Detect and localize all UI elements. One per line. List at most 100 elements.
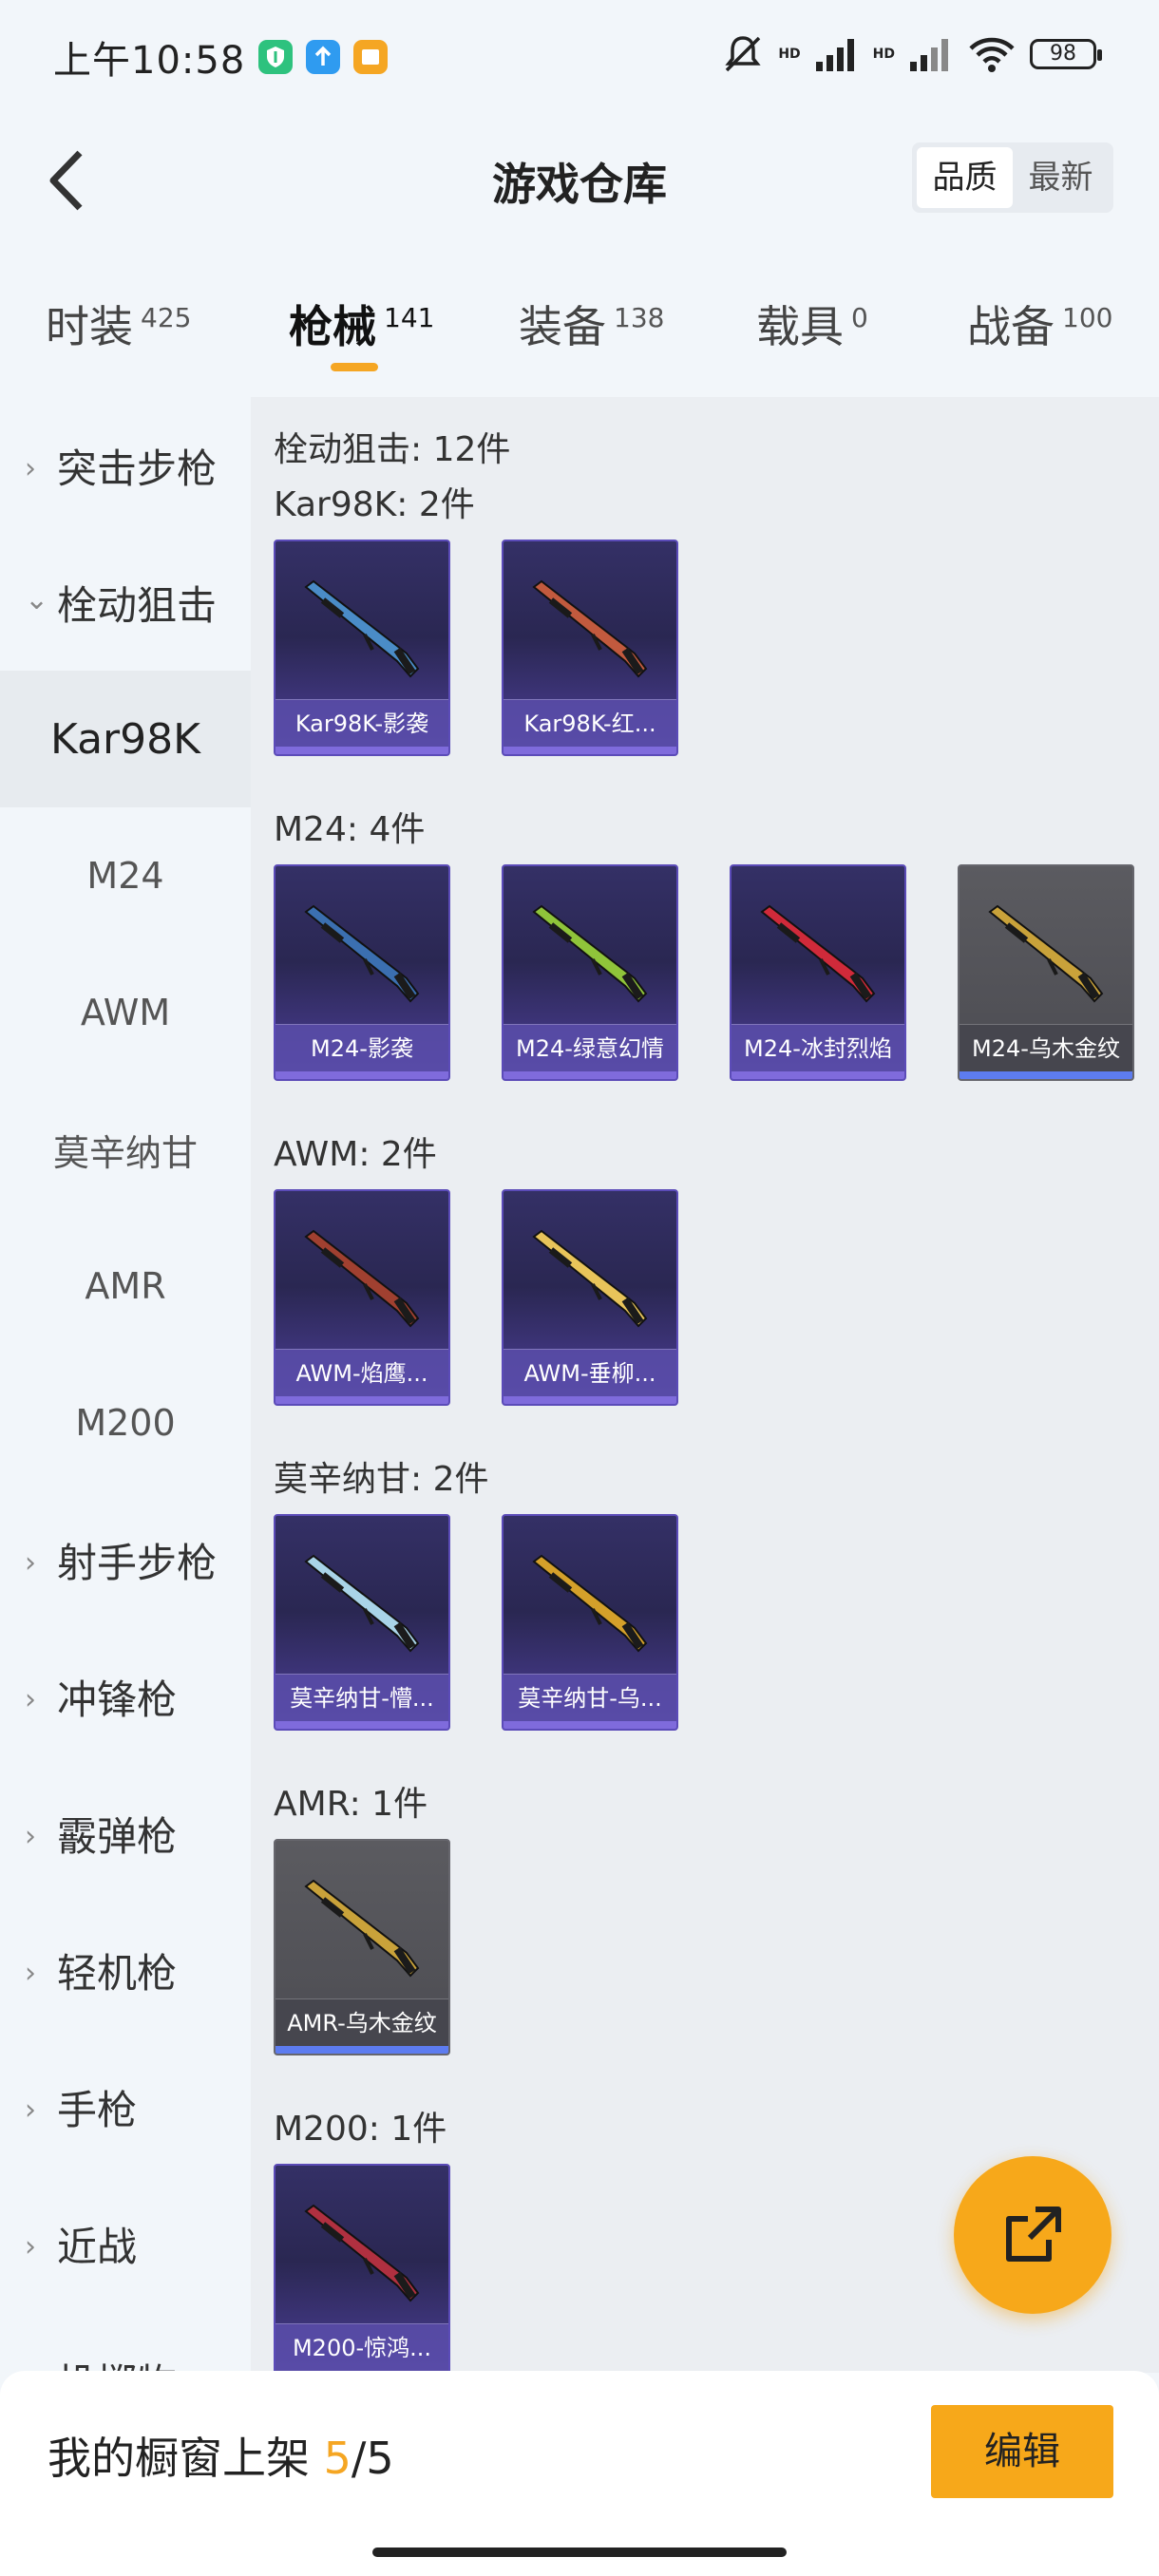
sidebar-item-bolt-sniper[interactable]: ⌄ 栓动狙击: [0, 534, 251, 671]
share-button[interactable]: [954, 2156, 1112, 2314]
weapon-skin-card[interactable]: M24-影袭: [274, 864, 450, 1081]
sidebar-item-melee[interactable]: › 近战: [0, 2175, 251, 2312]
weapon-skin-name: Kar98K-红...: [504, 699, 676, 747]
group-title: AMR: 1件: [274, 1785, 428, 1824]
weapon-skin-name: AWM-焰鹰...: [276, 1349, 448, 1396]
active-tab-indicator: [331, 363, 378, 371]
weapon-category-sidebar: › 突击步枪 ⌄ 栓动狙击 Kar98K M24 AWM 莫辛纳甘 AMR M200…: [0, 397, 251, 2373]
tab-count: 100: [1062, 301, 1113, 333]
weapon-skin-card[interactable]: Kar98K-影袭: [274, 540, 450, 756]
sidebar-item-label: 近战: [57, 2223, 138, 2270]
tab-supplies[interactable]: 战备 100: [967, 293, 1112, 355]
sort-toggle[interactable]: 品质 最新: [912, 142, 1113, 213]
category-tabs: 时装 425 枪械 141 装备 138 载具 0 战备 100: [0, 275, 1159, 389]
mute-icon: [725, 36, 761, 72]
chevron-right-icon: ›: [25, 2093, 36, 2127]
rarity-bar: [504, 747, 676, 754]
bottom-bar: 我的橱窗上架 5/5 编辑: [0, 2371, 1159, 2576]
sidebar-item-assault-rifle[interactable]: › 突击步枪: [0, 397, 251, 534]
status-bar: 上午10:58 HD HD 98: [0, 0, 1159, 114]
sidebar-item-shotgun[interactable]: › 霰弹枪: [0, 1765, 251, 1902]
notes-app-icon: [353, 40, 389, 74]
weapon-skin-card[interactable]: 莫辛纳甘-乌...: [502, 1514, 678, 1731]
rifle-icon: [304, 1229, 420, 1328]
sidebar-subitem-mosin[interactable]: 莫辛纳甘: [0, 1081, 251, 1218]
weapon-skin-card[interactable]: AMR-乌木金纹: [274, 1839, 450, 2055]
sort-option-quality[interactable]: 品质: [917, 147, 1013, 208]
rifle-icon: [532, 1229, 648, 1328]
home-indicator[interactable]: [372, 2548, 787, 2557]
sidebar-item-lmg[interactable]: › 轻机枪: [0, 1902, 251, 2038]
sidebar-item-label: 投掷物: [57, 2352, 177, 2374]
sidebar-item-marksman-rifle[interactable]: › 射手步枪: [0, 1491, 251, 1628]
rifle-icon: [988, 904, 1104, 1003]
tab-count: 141: [384, 301, 435, 333]
status-indicators: HD HD 98: [721, 32, 1102, 76]
battery-indicator: 98: [1030, 39, 1102, 69]
weapon-skin-name: M200-惊鸿...: [276, 2323, 448, 2371]
rarity-bar: [276, 1071, 448, 1079]
sidebar-item-pistol[interactable]: › 手枪: [0, 2038, 251, 2175]
rarity-bar: [732, 1071, 904, 1079]
sidebar-item-label: 轻机枪: [57, 1949, 178, 1997]
showcase-total: /5: [351, 2433, 394, 2484]
weapon-skin-name: 莫辛纳甘-懵...: [276, 1674, 448, 1721]
weapon-skin-card[interactable]: M24-绿意幻情: [502, 864, 678, 1081]
sidebar-item-label: 手枪: [57, 2086, 138, 2133]
rifle-icon: [304, 2204, 420, 2302]
tab-count: 425: [141, 301, 192, 333]
tab-count: 0: [851, 301, 868, 333]
weapon-skin-card[interactable]: M200-惊鸿...: [274, 2164, 450, 2373]
rarity-bar: [276, 2046, 448, 2054]
chevron-right-icon: ›: [25, 1957, 36, 1990]
sidebar-subitem-kar98k[interactable]: Kar98K: [0, 671, 251, 807]
sidebar-item-label: 霰弹枪: [57, 1812, 178, 1860]
tab-label: 枪械: [289, 301, 376, 352]
sidebar-subitem-m24[interactable]: M24: [0, 807, 251, 944]
weapon-skin-name: Kar98K-影袭: [276, 699, 448, 747]
rifle-icon: [304, 1554, 420, 1653]
chevron-right-icon: ›: [25, 452, 36, 485]
edit-button[interactable]: 编辑: [931, 2405, 1113, 2498]
rarity-bar: [504, 1721, 676, 1729]
tab-equipment[interactable]: 装备 138: [519, 293, 664, 355]
rarity-bar: [504, 1396, 676, 1404]
weapon-skin-card[interactable]: 莫辛纳甘-懵...: [274, 1514, 450, 1731]
weapon-skin-name: M24-冰封烈焰: [732, 1024, 904, 1071]
hd-label-1: HD: [778, 47, 801, 62]
sidebar-subitem-amr[interactable]: AMR: [0, 1218, 251, 1354]
sidebar-item-throwable[interactable]: ›投掷物: [0, 2312, 251, 2374]
signal-icon-2: [910, 39, 948, 71]
rarity-bar: [276, 1721, 448, 1729]
tab-fashion[interactable]: 时装 425: [46, 293, 191, 355]
chevron-right-icon: ›: [25, 1546, 36, 1580]
sidebar-subitem-awm[interactable]: AWM: [0, 944, 251, 1081]
group-title: 莫辛纳甘: 2件: [274, 1460, 489, 1499]
showcase-prefix: 我的橱窗上架: [48, 2433, 310, 2484]
external-link-icon: [1006, 2207, 1061, 2262]
sidebar-item-smg[interactable]: › 冲锋枪: [0, 1628, 251, 1765]
rarity-bar: [960, 1071, 1132, 1079]
showcase-current: 5: [323, 2433, 352, 2484]
weapon-skin-name: M24-绿意幻情: [504, 1024, 676, 1071]
tab-firearms[interactable]: 枪械 141: [289, 293, 434, 355]
sort-option-latest[interactable]: 最新: [1013, 147, 1109, 208]
rifle-icon: [532, 904, 648, 1003]
rarity-bar: [504, 1071, 676, 1079]
group-title: Kar98K: 2件: [274, 485, 475, 524]
weapon-skin-card[interactable]: M24-冰封烈焰: [730, 864, 906, 1081]
chevron-right-icon: ›: [25, 1820, 36, 1853]
tab-label: 战备: [967, 301, 1054, 352]
rifle-icon: [532, 1554, 648, 1653]
weapon-grid-panel: 栓动狙击: 12件 Kar98K: 2件 Kar98K-影袭 Kar98K-红...…: [251, 397, 1159, 2373]
showcase-status: 我的橱窗上架 5/5: [48, 2424, 394, 2487]
weapon-skin-card[interactable]: AWM-焰鹰...: [274, 1189, 450, 1406]
tab-vehicles[interactable]: 载具 0: [756, 293, 868, 355]
sidebar-item-label: 射手步枪: [57, 1539, 218, 1586]
weapon-skin-card[interactable]: AWM-垂柳...: [502, 1189, 678, 1406]
tab-label: 时装: [46, 301, 133, 352]
weapon-skin-card[interactable]: M24-乌木金纹: [958, 864, 1134, 1081]
sidebar-subitem-m200[interactable]: M200: [0, 1354, 251, 1491]
group-title: AWM: 2件: [274, 1135, 437, 1174]
weapon-skin-card[interactable]: Kar98K-红...: [502, 540, 678, 756]
